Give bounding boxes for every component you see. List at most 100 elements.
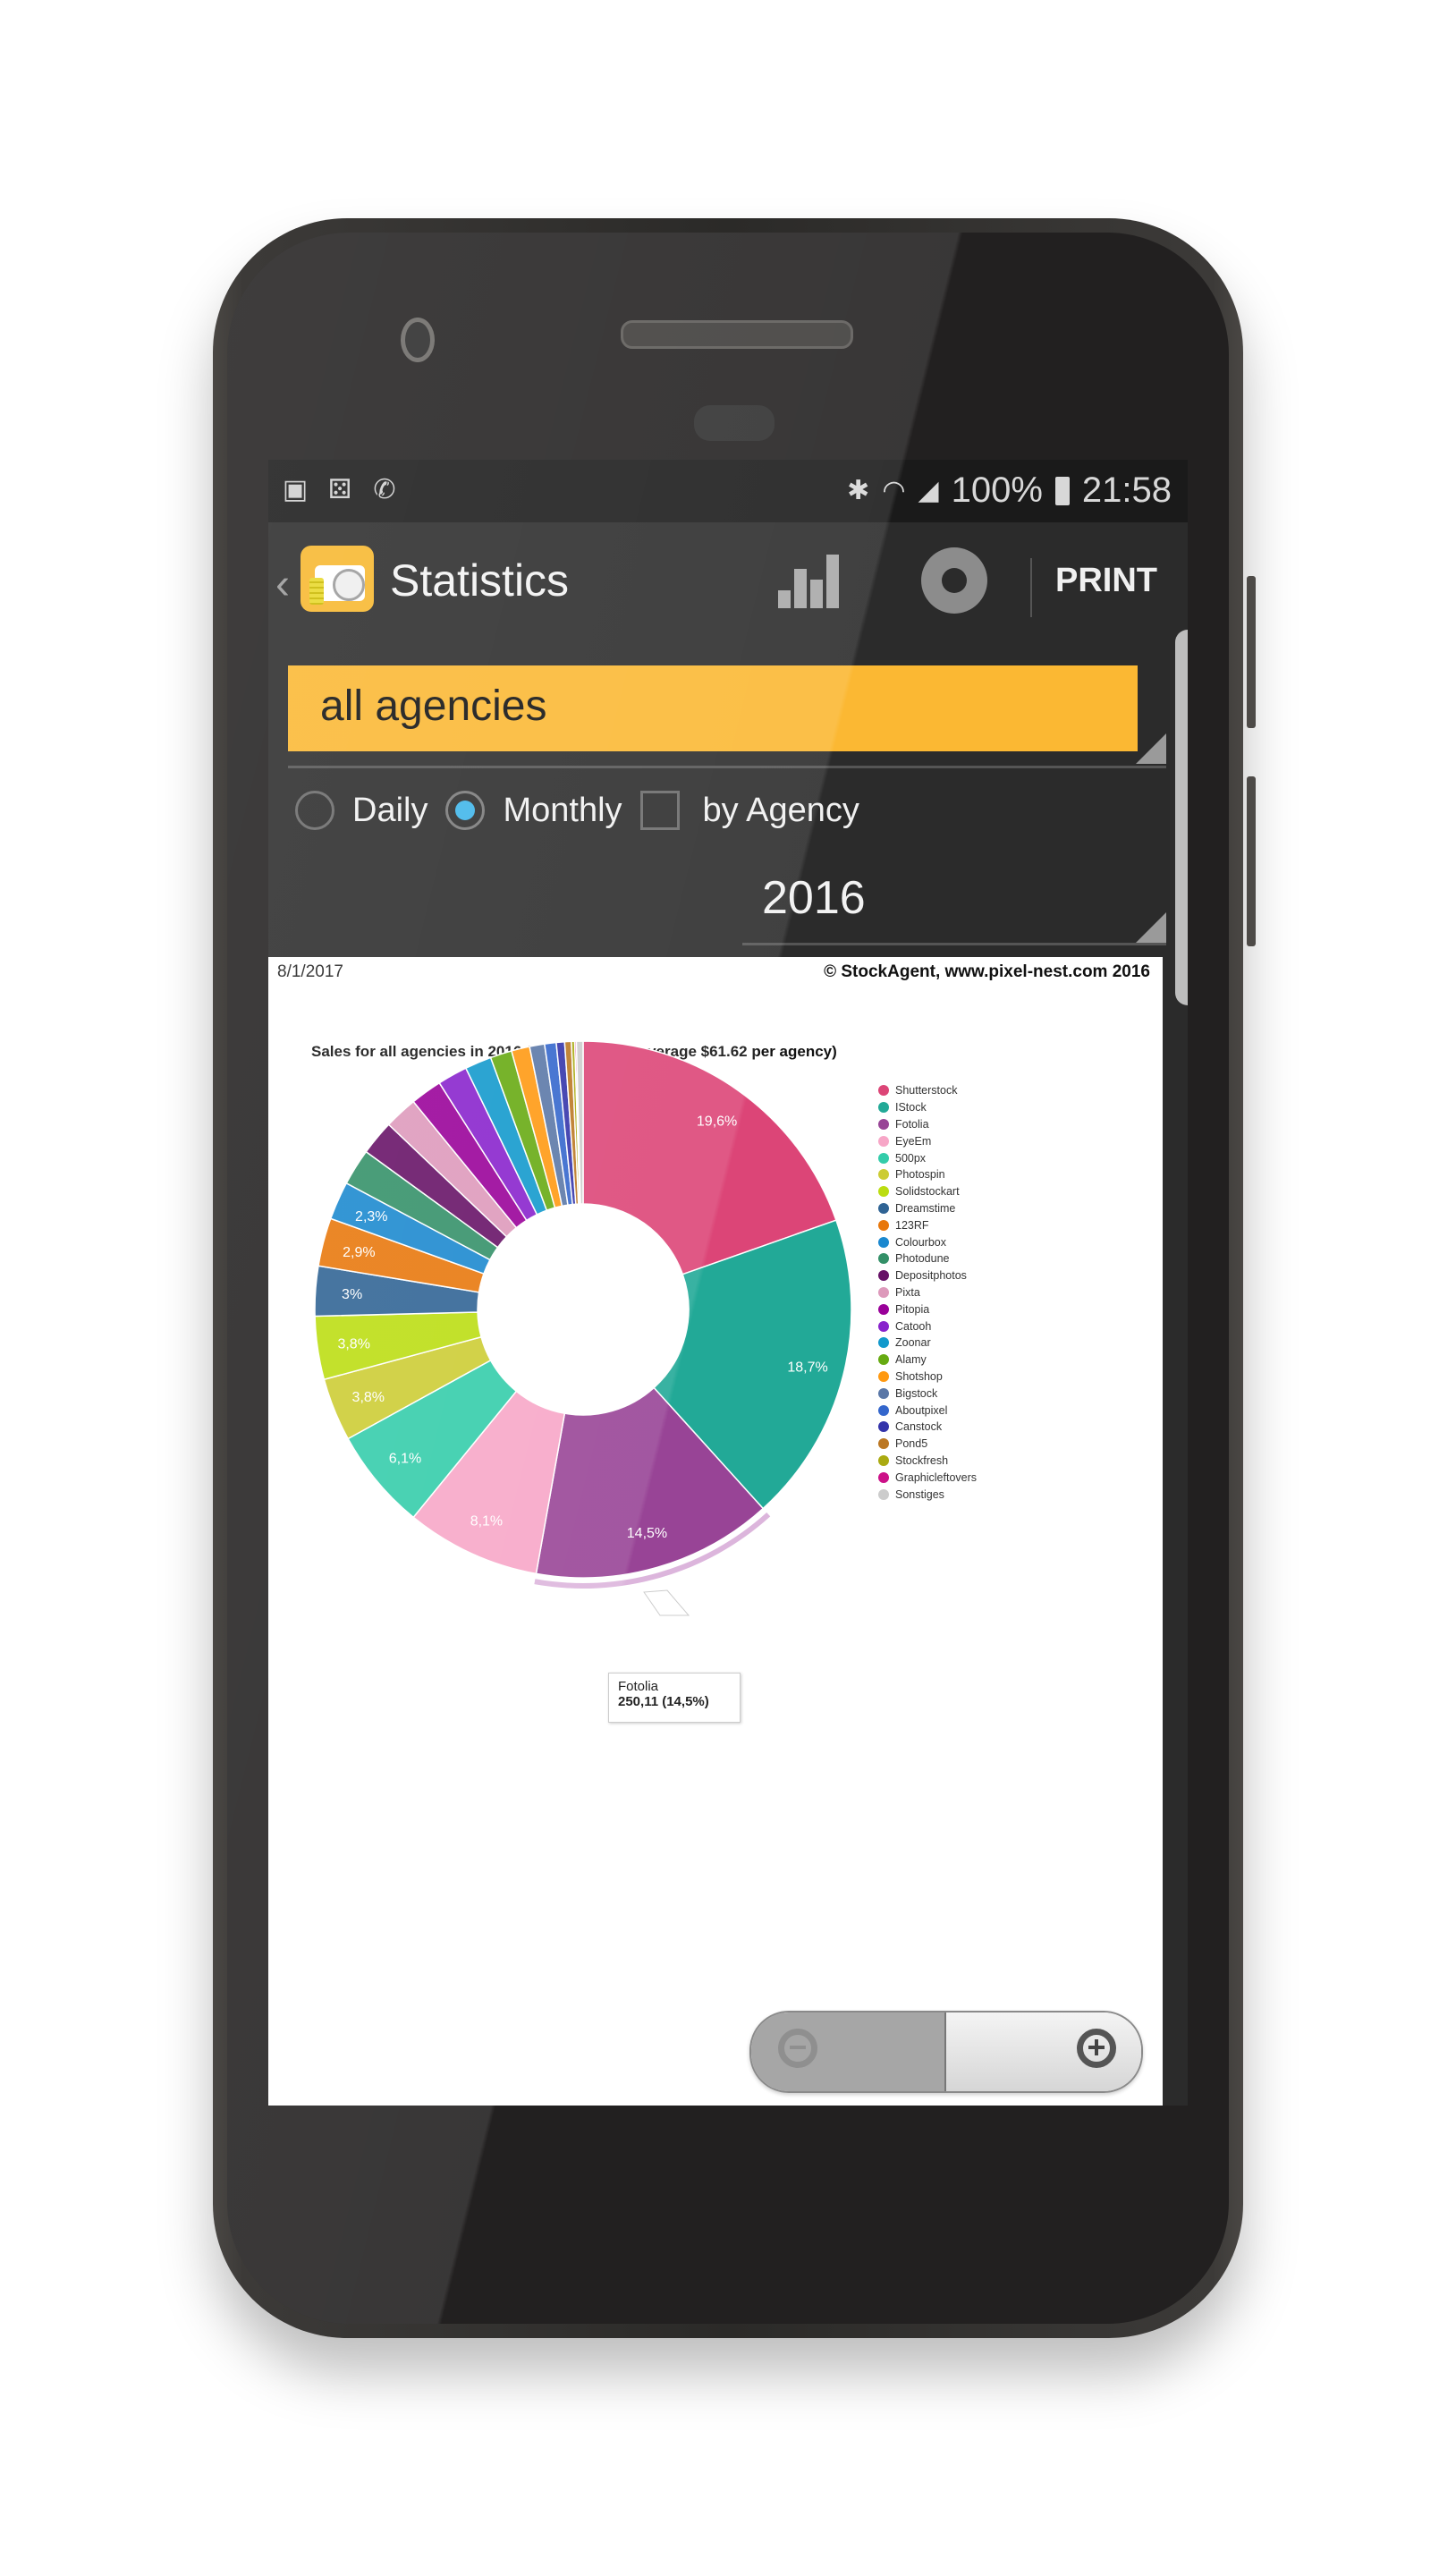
- legend-item-photospin[interactable]: Photospin: [878, 1166, 977, 1183]
- legend-item-graphicleftovers[interactable]: Graphicleftovers: [878, 1469, 977, 1486]
- legend-item-eyeem[interactable]: EyeEm: [878, 1132, 977, 1149]
- zoom-out-button[interactable]: [751, 2012, 946, 2091]
- legend-swatch: [878, 1219, 889, 1231]
- pie-label-istock: 18,7%: [787, 1360, 827, 1376]
- legend-swatch: [878, 1488, 889, 1500]
- legend-label: 123RF: [895, 1218, 929, 1232]
- pie-label-shutterstock: 19,6%: [697, 1114, 737, 1130]
- pie-label-photospin: 3,8%: [352, 1390, 385, 1405]
- tooltip-value: 250,11 (14,5%): [618, 1694, 709, 1709]
- app-screen: ▣ ⚄ ✆ ✱ ◠ ◢ 100% 21:58 ‹ Statistics PRIN…: [268, 460, 1188, 2106]
- legend-swatch: [878, 1454, 889, 1466]
- legend-item-depositphotos[interactable]: Depositphotos: [878, 1267, 977, 1284]
- legend-item-zoonar[interactable]: Zoonar: [878, 1335, 977, 1352]
- legend-item-bigstock[interactable]: Bigstock: [878, 1385, 977, 1402]
- by-agency-checkbox[interactable]: [639, 791, 680, 830]
- legend-label: Fotolia: [895, 1117, 929, 1131]
- legend-swatch: [878, 1337, 889, 1349]
- dice-icon: ⚄: [327, 475, 352, 504]
- pie-label-colourbox: 2,3%: [355, 1209, 387, 1224]
- agency-dropdown-value: all agencies: [320, 682, 547, 730]
- chart-legend: Shutterstock IStock Fotolia EyeEm 500px Photo…: [878, 1082, 977, 1503]
- legend-item-500px[interactable]: 500px: [878, 1149, 977, 1166]
- legend-swatch: [878, 1387, 889, 1399]
- legend-item-photodune[interactable]: Photodune: [878, 1250, 977, 1267]
- legend-label: Bigstock: [895, 1386, 938, 1400]
- zoom-in-button[interactable]: [946, 2012, 1141, 2091]
- monthly-radio[interactable]: [445, 791, 486, 830]
- monthly-label[interactable]: Monthly: [503, 792, 622, 830]
- tooltip-pointer: [643, 1589, 690, 1616]
- legend-label: Stockfresh: [895, 1453, 949, 1467]
- legend-label: Catooh: [895, 1319, 932, 1333]
- daily-radio[interactable]: [295, 791, 334, 830]
- legend-label: Pitopia: [895, 1302, 930, 1316]
- legend-label: Alamy: [895, 1353, 927, 1367]
- legend-label: Canstock: [895, 1420, 943, 1434]
- legend-item-solidstockart[interactable]: Solidstockart: [878, 1183, 977, 1200]
- legend-item-dreamstime[interactable]: Dreamstime: [878, 1200, 977, 1217]
- legend-swatch: [878, 1152, 889, 1164]
- legend-item-shutterstock[interactable]: Shutterstock: [878, 1082, 977, 1099]
- legend-item-pitopia[interactable]: Pitopia: [878, 1301, 977, 1318]
- legend-item-alamy[interactable]: Alamy: [878, 1352, 977, 1368]
- action-bar: ‹ Statistics PRINT: [268, 522, 1188, 648]
- dropdown-underline: [288, 766, 1166, 768]
- legend-swatch: [878, 1404, 889, 1416]
- legend-item-pixta[interactable]: Pixta: [878, 1284, 977, 1301]
- donut-chart-icon[interactable]: [921, 547, 987, 614]
- by-agency-label[interactable]: by Agency: [703, 792, 859, 830]
- legend-label: Shotshop: [895, 1369, 943, 1383]
- legend-item-stockfresh[interactable]: Stockfresh: [878, 1453, 977, 1470]
- legend-item-canstock[interactable]: Canstock: [878, 1419, 977, 1436]
- pie-label-fotolia: 14,5%: [627, 1526, 667, 1541]
- legend-item-catooh[interactable]: Catooh: [878, 1318, 977, 1335]
- year-dropdown-arrow-icon[interactable]: [1136, 912, 1166, 943]
- legend-swatch: [878, 1270, 889, 1282]
- phone-rotate-icon: ✆: [373, 475, 396, 504]
- legend-item-istock[interactable]: IStock: [878, 1099, 977, 1116]
- bluetooth-icon: ✱: [847, 476, 870, 505]
- legend-label: Shutterstock: [895, 1084, 958, 1097]
- zoom-control: [749, 2011, 1143, 2093]
- legend-swatch: [878, 1118, 889, 1130]
- legend-item-sonstiges[interactable]: Sonstiges: [878, 1486, 977, 1503]
- year-dropdown-value[interactable]: 2016: [762, 871, 866, 925]
- app-logo-icon[interactable]: [301, 546, 374, 612]
- back-chevron-icon[interactable]: ‹: [275, 560, 290, 609]
- legend-item-pond5[interactable]: Pond5: [878, 1436, 977, 1453]
- earpiece-speaker: [621, 320, 853, 349]
- agency-dropdown[interactable]: all agencies: [288, 665, 1138, 751]
- legend-label: Pixta: [895, 1285, 920, 1299]
- pie-label-500px: 6,1%: [389, 1452, 421, 1467]
- daily-label[interactable]: Daily: [352, 792, 427, 830]
- year-dropdown-underline: [742, 943, 1166, 945]
- legend-swatch: [878, 1438, 889, 1450]
- donut-chart: 19,6% 18,7% 14,5% 8,1% 6,1% 3,8% 3,8% 3% 2,9% 2,3…: [314, 1040, 852, 1616]
- legend-swatch: [878, 1471, 889, 1483]
- legend-label: Depositphotos: [895, 1269, 967, 1283]
- dropdown-arrow-icon[interactable]: [1136, 733, 1166, 764]
- legend-label: Solidstockart: [895, 1185, 960, 1199]
- period-options: Daily Monthly by Agency: [295, 791, 877, 830]
- legend-label: Sonstiges: [895, 1487, 944, 1501]
- clock: 21:58: [1081, 470, 1172, 510]
- proximity-sensor: [694, 405, 775, 441]
- legend-item-fotolia[interactable]: Fotolia: [878, 1116, 977, 1133]
- legend-swatch: [878, 1135, 889, 1147]
- legend-item-123rf[interactable]: 123RF: [878, 1216, 977, 1233]
- legend-item-colourbox[interactable]: Colourbox: [878, 1233, 977, 1250]
- legend-swatch: [878, 1253, 889, 1265]
- legend-item-aboutpixel[interactable]: Aboutpixel: [878, 1402, 977, 1419]
- legend-label: Zoonar: [895, 1336, 931, 1350]
- scrollbar[interactable]: [1175, 630, 1188, 1005]
- legend-label: Aboutpixel: [895, 1403, 948, 1417]
- front-camera-icon: [401, 318, 435, 362]
- report-view: 8/1/2017 © StockAgent, www.pixel-nest.co…: [268, 957, 1163, 2106]
- legend-item-shotshop[interactable]: Shotshop: [878, 1368, 977, 1385]
- volume-button: [1247, 776, 1256, 946]
- print-button[interactable]: PRINT: [1055, 562, 1157, 600]
- page-title: Statistics: [390, 555, 570, 606]
- bar-chart-icon[interactable]: [778, 553, 844, 608]
- legend-swatch: [878, 1102, 889, 1114]
